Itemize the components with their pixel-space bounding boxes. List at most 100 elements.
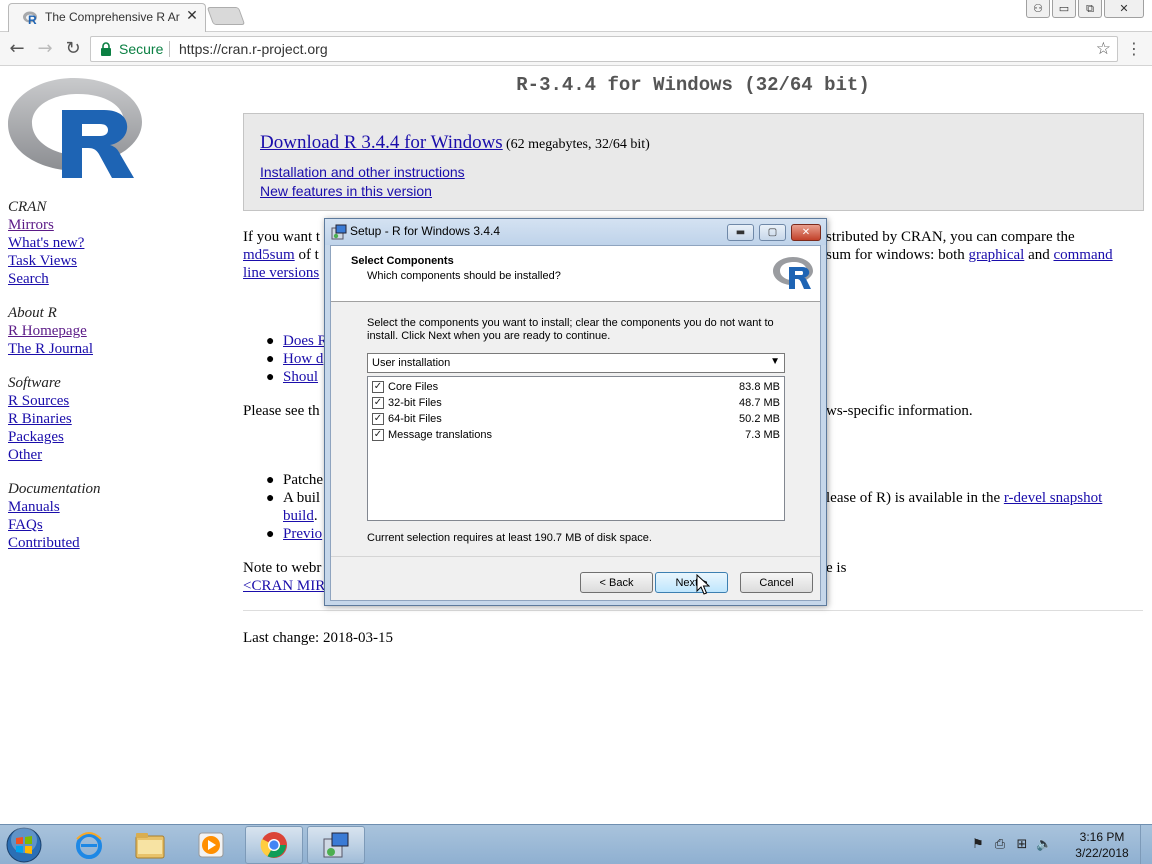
para1-line2-end-text: sum for windows: both <box>826 247 969 263</box>
para1-line1-start: If you want t <box>243 229 321 245</box>
show-desktop-button[interactable] <box>1140 825 1152 864</box>
faq-link-does-r[interactable]: Does R <box>283 333 328 349</box>
sidebar-link-r-binaries[interactable]: R Binaries <box>8 411 72 427</box>
sidebar-link-r-homepage[interactable]: R Homepage <box>8 323 87 339</box>
back-button[interactable]: < Back <box>580 572 653 593</box>
build-link[interactable]: build <box>283 508 314 524</box>
patch-item-2-end: lease of R) is available in the r-devel … <box>826 489 1102 507</box>
dialog-heading: Select Components <box>351 255 454 267</box>
sidebar-link-search[interactable]: Search <box>8 271 49 287</box>
component-row[interactable]: ✓ 32-bit Files 48.7 MB <box>372 395 780 411</box>
taskbar-chrome[interactable] <box>245 826 303 864</box>
note-line2: <CRAN MIR <box>243 577 325 595</box>
sidebar-group-about: About R R Homepage The R Journal <box>8 304 208 358</box>
sidebar-link-packages[interactable]: Packages <box>8 429 64 445</box>
checkbox-checked-icon[interactable]: ✓ <box>372 413 384 425</box>
cran-mirror-link[interactable]: <CRAN MIR <box>243 578 325 594</box>
profile-icon[interactable]: ⚇ <box>1026 0 1050 18</box>
graphical-link[interactable]: graphical <box>969 247 1025 263</box>
component-size: 7.3 MB <box>745 429 780 441</box>
sidebar-link-r-sources[interactable]: R Sources <box>8 393 69 409</box>
previous-releases-link[interactable]: Previo <box>283 526 322 542</box>
reload-icon[interactable]: ↻ <box>62 38 84 60</box>
md5sum-link[interactable]: md5sum <box>243 247 295 263</box>
system-tray: ⚑ ⎙ ⊞ 🔈 <box>970 837 1052 855</box>
browser-menu-icon[interactable]: ⋮ <box>1126 38 1142 60</box>
line-versions-link[interactable]: line versions <box>243 265 319 281</box>
component-size: 83.8 MB <box>739 381 780 393</box>
faq-link-how-do[interactable]: How d <box>283 351 323 367</box>
back-arrow-icon[interactable]: ← <box>6 38 28 60</box>
download-meta: (62 megabytes, 32/64 bit) <box>505 137 650 152</box>
start-button-icon[interactable] <box>4 826 44 864</box>
bullet-icon: ● <box>266 334 275 349</box>
sidebar-link-contributed[interactable]: Contributed <box>8 535 80 551</box>
network-icon[interactable]: ⊞ <box>1014 837 1030 853</box>
component-size: 48.7 MB <box>739 397 780 409</box>
checkbox-checked-icon[interactable]: ✓ <box>372 429 384 441</box>
folder-icon <box>135 833 165 859</box>
dialog-maximize-icon[interactable]: ▢ <box>759 224 786 241</box>
para1-line3: line versions <box>243 264 319 282</box>
sidebar-link-whats-new[interactable]: What's new? <box>8 235 84 251</box>
para1-line1-end: stributed by CRAN, you can compare the <box>826 229 1075 245</box>
sidebar-link-other[interactable]: Other <box>8 447 42 463</box>
sidebar-link-task-views[interactable]: Task Views <box>8 253 77 269</box>
patch-item-2-end-text: lease of R) is available in the <box>826 490 1004 506</box>
taskbar-file-explorer[interactable] <box>121 826 179 864</box>
taskbar-clock[interactable]: 3:16 PM 3/22/2018 <box>1068 829 1136 861</box>
checkbox-checked-icon[interactable]: ✓ <box>372 381 384 393</box>
components-list: ✓ Core Files 83.8 MB ✓ 32-bit Files 48.7… <box>367 376 785 521</box>
volume-icon[interactable]: 🔈 <box>1036 837 1052 853</box>
taskbar-setup[interactable] <box>307 826 365 864</box>
sidebar-link-manuals[interactable]: Manuals <box>8 499 60 515</box>
install-instructions-link[interactable]: Installation and other instructions <box>260 164 465 180</box>
cancel-button[interactable]: Cancel <box>740 572 813 593</box>
dialog-minimize-icon[interactable]: ▬ <box>727 224 754 241</box>
address-bar[interactable]: Secure https://cran.r-project.org ☆ <box>90 36 1118 62</box>
tab-close-icon[interactable]: ✕ <box>185 8 199 24</box>
minimize-icon[interactable]: ▭ <box>1052 0 1076 18</box>
action-center-flag-icon[interactable]: ⚑ <box>970 837 986 853</box>
sidebar: CRAN Mirrors What's new? Task Views Sear… <box>8 198 208 568</box>
r-logo-small <box>773 257 813 289</box>
download-r-link[interactable]: Download R 3.4.4 for Windows <box>260 132 503 153</box>
forward-arrow-icon[interactable]: → <box>34 38 56 60</box>
browser-tab[interactable]: R The Comprehensive R Ar ✕ <box>8 3 206 32</box>
component-row[interactable]: ✓ 64-bit Files 50.2 MB <box>372 411 780 427</box>
sidebar-link-mirrors[interactable]: Mirrors <box>8 217 54 233</box>
sidebar-link-faqs[interactable]: FAQs <box>8 517 43 533</box>
r-devel-snapshot-link[interactable]: r-devel snapshot <box>1004 490 1102 506</box>
dialog-close-icon[interactable]: ✕ <box>791 224 821 241</box>
media-player-icon <box>198 832 224 858</box>
dialog-body: Select Components Which components shoul… <box>330 245 821 601</box>
bullet-icon: ● <box>266 370 275 385</box>
command-link[interactable]: command <box>1053 247 1112 263</box>
restore-icon[interactable]: ⧉ <box>1078 0 1102 18</box>
new-features-link[interactable]: New features in this version <box>260 183 432 199</box>
taskbar-internet-explorer[interactable] <box>60 826 118 864</box>
sidebar-group-cran: CRAN Mirrors What's new? Task Views Sear… <box>8 198 208 288</box>
faq-link-3: Shoul <box>283 368 318 386</box>
component-row[interactable]: ✓ Core Files 83.8 MB <box>372 379 780 395</box>
faq-link-should[interactable]: Shoul <box>283 369 318 385</box>
sidebar-link-r-journal[interactable]: The R Journal <box>8 341 93 357</box>
next-button[interactable]: Next > <box>655 572 728 593</box>
installation-type-select[interactable]: User installation ▼ <box>367 353 785 373</box>
component-name: 32-bit Files <box>388 397 442 409</box>
bookmark-star-icon[interactable]: ☆ <box>1096 39 1111 59</box>
r-logo <box>8 78 142 178</box>
checkbox-checked-icon[interactable]: ✓ <box>372 397 384 409</box>
download-line: Download R 3.4.4 for Windows (62 megabyt… <box>260 132 650 154</box>
url-text[interactable]: https://cran.r-project.org <box>179 41 328 57</box>
dialog-titlebar[interactable]: Setup - R for Windows 3.4.4 ▬ ▢ ✕ <box>325 219 826 245</box>
para1-and: and <box>1024 247 1054 263</box>
tab-title: The Comprehensive R Ar <box>45 10 180 24</box>
para2-end: ws-specific information. <box>826 403 973 419</box>
usb-device-icon[interactable]: ⎙ <box>992 837 1008 853</box>
disk-space-requirement: Current selection requires at least 190.… <box>367 532 652 544</box>
new-tab-button[interactable] <box>206 7 246 25</box>
taskbar-media-player[interactable] <box>182 826 240 864</box>
close-window-icon[interactable]: ✕ <box>1104 0 1144 18</box>
component-row[interactable]: ✓ Message translations 7.3 MB <box>372 427 780 443</box>
